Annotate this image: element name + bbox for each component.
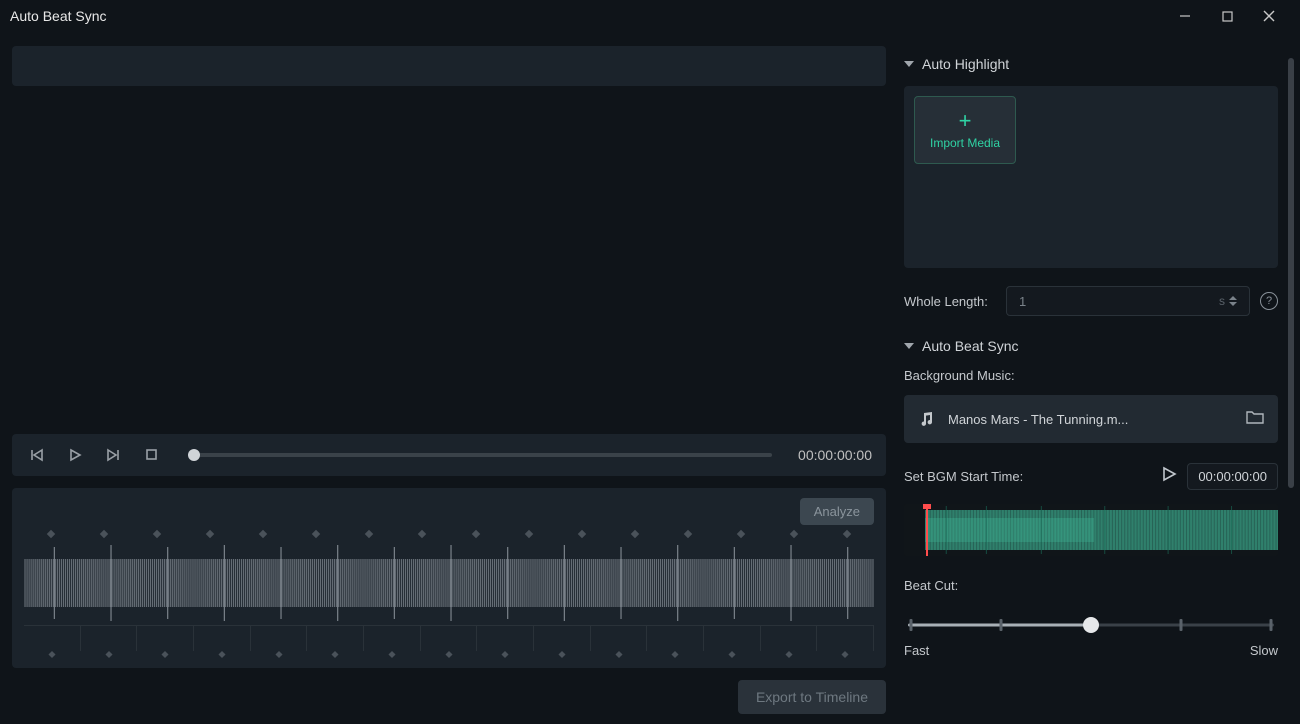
analyze-button[interactable]: Analyze bbox=[800, 498, 874, 525]
help-button[interactable]: ? bbox=[1260, 292, 1278, 310]
titlebar: Auto Beat Sync bbox=[0, 0, 1300, 32]
bgm-play-button[interactable] bbox=[1161, 466, 1177, 487]
bgm-label: Background Music: bbox=[904, 368, 1278, 383]
prev-frame-button[interactable] bbox=[26, 444, 48, 466]
minimize-button[interactable] bbox=[1164, 2, 1206, 30]
beat-cut-slider[interactable] bbox=[904, 615, 1278, 635]
main-waveform: dense noisy waveform bbox=[24, 541, 874, 625]
bgm-playhead[interactable] bbox=[926, 504, 928, 556]
whole-length-label: Whole Length: bbox=[904, 294, 996, 309]
window-title: Auto Beat Sync bbox=[10, 8, 107, 24]
slider-label-fast: Fast bbox=[904, 643, 929, 658]
beat-markers-top bbox=[24, 531, 874, 541]
beat-segments bbox=[24, 625, 874, 651]
plus-icon: + bbox=[959, 110, 972, 132]
import-media-button[interactable]: + Import Media bbox=[914, 96, 1016, 164]
preview-toolbar bbox=[12, 46, 886, 86]
chevron-down-icon bbox=[904, 61, 914, 67]
next-frame-button[interactable] bbox=[102, 444, 124, 466]
chevron-down-icon bbox=[904, 343, 914, 349]
section-title: Auto Beat Sync bbox=[922, 338, 1019, 354]
play-button[interactable] bbox=[64, 444, 86, 466]
whole-length-input[interactable]: 1 s bbox=[1006, 286, 1250, 316]
slider-thumb[interactable] bbox=[1083, 617, 1099, 633]
beat-cut-label: Beat Cut: bbox=[904, 578, 1278, 593]
section-auto-beat-sync-header[interactable]: Auto Beat Sync bbox=[904, 338, 1278, 354]
bgm-file-row: Manos Mars - The Tunning.m... bbox=[904, 395, 1278, 443]
preview-canvas bbox=[12, 98, 886, 422]
spin-up-icon[interactable] bbox=[1229, 296, 1237, 300]
player-timecode: 00:00:00:00 bbox=[798, 447, 872, 463]
browse-folder-button[interactable] bbox=[1246, 409, 1264, 430]
export-to-timeline-button[interactable]: Export to Timeline bbox=[738, 680, 886, 714]
start-time-label: Set BGM Start Time: bbox=[904, 469, 1151, 484]
close-button[interactable] bbox=[1248, 2, 1290, 30]
whole-length-unit: s bbox=[1219, 294, 1225, 308]
waveform-panel: Analyze dense noisy waveform bbox=[12, 488, 886, 668]
section-title: Auto Highlight bbox=[922, 56, 1009, 72]
import-media-dropzone[interactable]: + Import Media bbox=[904, 86, 1278, 268]
import-media-label: Import Media bbox=[930, 136, 1000, 150]
progress-thumb[interactable] bbox=[188, 449, 200, 461]
whole-length-value: 1 bbox=[1019, 294, 1219, 309]
player-progress[interactable] bbox=[188, 453, 772, 457]
spin-down-icon[interactable] bbox=[1229, 302, 1237, 306]
bgm-waveform[interactable] bbox=[904, 504, 1278, 556]
stop-button[interactable] bbox=[140, 444, 162, 466]
maximize-button[interactable] bbox=[1206, 2, 1248, 30]
music-note-icon bbox=[918, 410, 936, 428]
slider-label-slow: Slow bbox=[1250, 643, 1278, 658]
bgm-file-name: Manos Mars - The Tunning.m... bbox=[948, 412, 1234, 427]
section-auto-highlight-header[interactable]: Auto Highlight bbox=[904, 56, 1278, 72]
bgm-start-time-input[interactable]: 00:00:00:00 bbox=[1187, 463, 1278, 490]
player-bar: 00:00:00:00 bbox=[12, 434, 886, 476]
